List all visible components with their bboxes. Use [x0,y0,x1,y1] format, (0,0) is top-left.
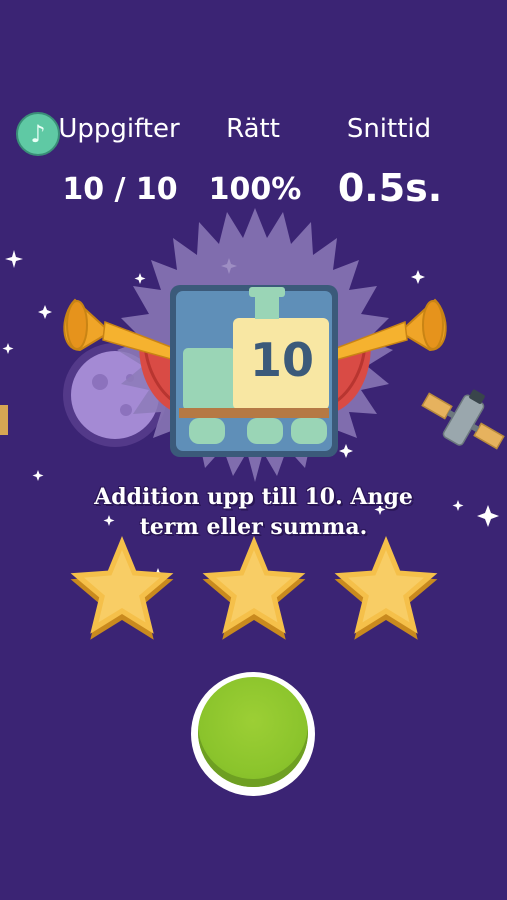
avg-time-label: Snittid [346,114,432,144]
star-icon [334,536,438,640]
stars-row [0,530,507,660]
satellite-left-decoration [0,405,8,435]
badge-number: 10 [249,333,314,387]
star-icon [70,536,174,640]
star-icon [202,536,306,640]
play-button[interactable] [191,672,315,796]
tasks-label: Uppgifter [58,114,180,144]
play-button-fill [198,677,308,787]
correct-label: Rätt [226,114,280,144]
description-line-1: Addition upp till 10. Ange [94,484,413,510]
